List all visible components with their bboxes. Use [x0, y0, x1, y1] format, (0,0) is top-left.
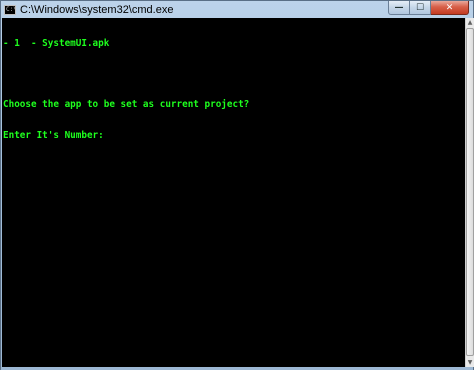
cmd-app-icon[interactable]: C:\ — [4, 4, 16, 15]
scroll-thumb[interactable] — [466, 28, 474, 356]
title-bar[interactable]: C:\ C:\Windows\system32\cmd.exe — ☐ ✕ — [1, 1, 473, 18]
console-line-prompt-question: Choose the app to be set as current proj… — [3, 99, 250, 111]
scroll-up-arrow-icon[interactable]: ▲ — [466, 18, 474, 27]
scroll-down-arrow-icon[interactable]: ▼ — [466, 358, 474, 367]
minimize-button[interactable]: — — [388, 1, 410, 15]
maximize-button[interactable]: ☐ — [410, 1, 431, 15]
cmd-window: C:\ C:\Windows\system32\cmd.exe — ☐ ✕ - … — [0, 0, 474, 370]
console-output[interactable]: - 1 - SystemUI.apk Choose the app to be … — [2, 18, 465, 367]
window-controls: — ☐ ✕ — [388, 1, 469, 16]
console-line-input-prompt: Enter It's Number: — [3, 130, 104, 142]
window-title: C:\Windows\system32\cmd.exe — [20, 3, 174, 16]
vertical-scrollbar[interactable]: ▲ ▼ — [465, 18, 474, 367]
close-button[interactable]: ✕ — [431, 1, 469, 15]
console-line-app-entry: - 1 - SystemUI.apk — [3, 37, 110, 49]
